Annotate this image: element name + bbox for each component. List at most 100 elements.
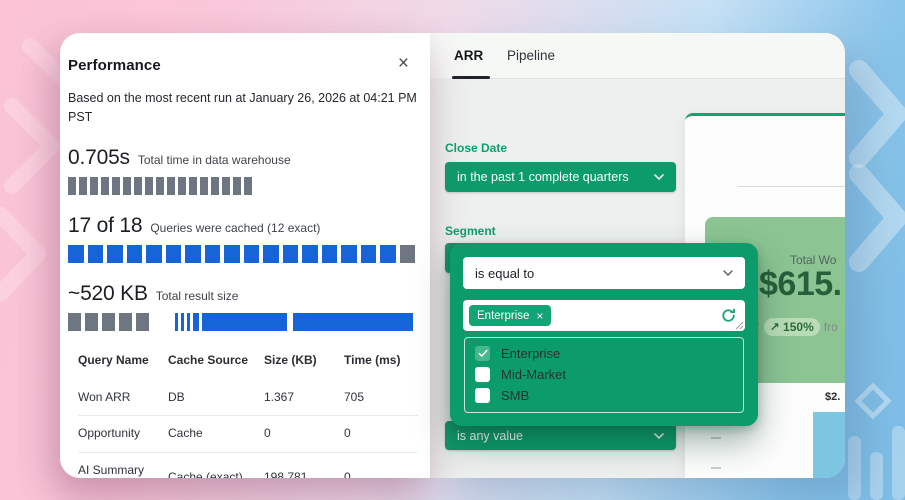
table-cell: 1.367: [264, 390, 344, 406]
cached-bar: [68, 245, 415, 263]
metric-size-caption: Total result size: [156, 289, 239, 303]
bar-segment: [127, 245, 143, 263]
snowflake-pattern-right: [845, 40, 905, 500]
tab-arr[interactable]: ARR: [454, 48, 483, 63]
bar-segment: [107, 245, 123, 263]
metric-time-value: 0.705s: [68, 146, 130, 170]
table-cell: 0: [264, 426, 344, 442]
bar-segment: [233, 177, 241, 195]
bar-segment: [222, 177, 230, 195]
check-icon: [478, 349, 488, 358]
tab-strip: [430, 33, 845, 78]
table-cell: Cache (exact): [168, 470, 264, 478]
bar-segment: [187, 313, 190, 331]
table-cell: Won ARR: [78, 390, 168, 406]
bar-segment: [68, 177, 76, 195]
bar-segment: [341, 245, 357, 263]
option-label: Mid-Market: [501, 367, 566, 382]
metric-cached: 17 of 18 Queries were cached (12 exact): [68, 214, 415, 263]
bar-segment: [85, 313, 98, 331]
size-bar: [68, 313, 415, 331]
segment-options-list: Enterprise Mid-Market SMB: [464, 337, 744, 413]
chevron-down-icon: [654, 174, 664, 180]
performance-subtitle: Based on the most recent run at January …: [68, 89, 420, 127]
bar-segment: [244, 177, 252, 195]
selected-value-tag[interactable]: Enterprise ×: [469, 305, 551, 326]
metric-time: 0.705s Total time in data warehouse: [68, 146, 415, 195]
bar-segment: [167, 177, 175, 195]
bar-segment: [178, 177, 186, 195]
query-table: Query NameCache SourceSize (KB)Time (ms)…: [78, 353, 418, 479]
operator-select[interactable]: is equal to: [463, 257, 745, 289]
bar-segment: [224, 245, 240, 263]
chevron-down-icon: [654, 433, 664, 439]
table-header-cell: Cache Source: [168, 353, 264, 367]
bar-segment: [322, 245, 338, 263]
table-cell: 705: [344, 390, 418, 406]
chevron-down-icon: [723, 270, 733, 276]
chart-card-divider: [738, 186, 845, 187]
bar-segment: [68, 245, 84, 263]
segment-value-input[interactable]: Enterprise ×: [463, 300, 745, 331]
checkbox-unchecked[interactable]: [475, 388, 490, 403]
bar-segment: [400, 245, 416, 263]
table-cell: DB: [168, 390, 264, 406]
axis-tick: [711, 437, 721, 439]
chart-bar[interactable]: [813, 412, 845, 478]
checkbox-unchecked[interactable]: [475, 367, 490, 382]
bar-segment: [244, 245, 260, 263]
bar-segment: [200, 177, 208, 195]
close-date-filter-button[interactable]: in the past 1 complete quarters: [445, 162, 676, 192]
bar-segment: [211, 177, 219, 195]
bar-segment: [380, 245, 396, 263]
table-row: AI Summary TileCache (exact)198.7810: [78, 453, 418, 478]
tab-pipeline[interactable]: Pipeline: [507, 48, 555, 63]
bar-segment: [134, 177, 142, 195]
segment-label: Segment: [445, 224, 496, 238]
bar-segment: [145, 177, 153, 195]
checkbox-checked[interactable]: [475, 346, 490, 361]
close-date-filter-value: in the past 1 complete quarters: [457, 170, 629, 184]
table-header-cell: Query Name: [78, 353, 168, 367]
performance-panel: Performance × Based on the most recent r…: [60, 33, 430, 478]
kpi-value: $615.: [759, 265, 842, 304]
any-value-filter-text: is any value: [457, 429, 523, 443]
table-row: Won ARRDB1.367705: [78, 380, 418, 417]
metric-size: ~520 KB Total result size: [68, 282, 415, 331]
bar-segment: [146, 245, 162, 263]
bar-segment: [185, 245, 201, 263]
bar-segment: [361, 245, 377, 263]
option-mid-market[interactable]: Mid-Market: [465, 364, 743, 385]
segment-filter-popover: is equal to Enterprise × Enterprise Mid-M…: [450, 243, 758, 426]
table-header-row: Query NameCache SourceSize (KB)Time (ms): [78, 353, 418, 380]
bar-segment: [88, 245, 104, 263]
registered-mark: ®: [97, 16, 105, 28]
bar-segment: [101, 177, 109, 195]
app-background: ® Performance × Based on the most recent…: [0, 0, 905, 500]
bar-segment: [102, 313, 115, 331]
table-cell: 198.781: [264, 470, 344, 478]
bar-segment: [263, 245, 279, 263]
bar-segment: [68, 313, 81, 331]
table-cell: Opportunity: [78, 426, 168, 442]
kpi-suffix: fro: [824, 320, 838, 334]
option-enterprise[interactable]: Enterprise: [465, 343, 743, 364]
metric-size-value: ~520 KB: [68, 282, 148, 306]
close-icon[interactable]: ×: [398, 57, 409, 71]
kpi-change-badge: ↗ 150%: [764, 318, 820, 336]
table-cell: Cache: [168, 426, 264, 442]
axis-tick: [711, 467, 721, 469]
tag-remove-icon[interactable]: ×: [536, 311, 543, 321]
resize-handle[interactable]: [735, 321, 744, 330]
table-header-cell: Time (ms): [344, 353, 418, 367]
bar-segment: [283, 245, 299, 263]
table-row: OpportunityCache00: [78, 416, 418, 453]
operator-value: is equal to: [475, 266, 534, 281]
table-cell: 0: [344, 470, 418, 478]
bar-segment: [119, 313, 132, 331]
bar-segment: [90, 177, 98, 195]
table-cell: 0: [344, 426, 418, 442]
refresh-icon[interactable]: [721, 308, 736, 323]
bar-segment: [166, 245, 182, 263]
option-smb[interactable]: SMB: [465, 385, 743, 406]
